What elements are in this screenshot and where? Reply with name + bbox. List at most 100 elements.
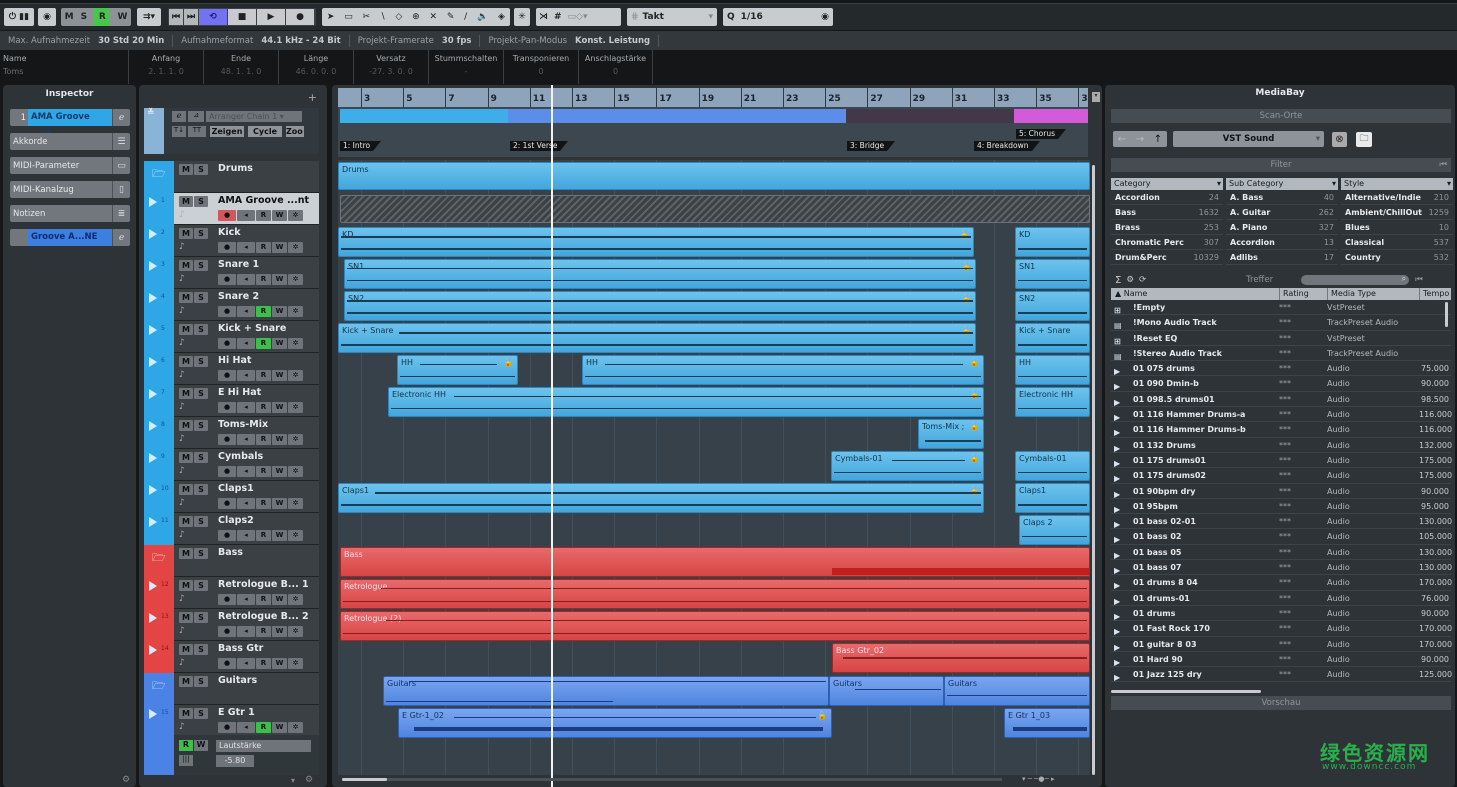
write-automation-button[interactable]: W <box>272 402 287 413</box>
inspector-track-header[interactable]: 1 AMA Groove ...nt ℯ <box>10 109 130 139</box>
mute-button[interactable]: M <box>179 420 193 431</box>
solo-button[interactable]: S <box>194 164 208 175</box>
audio-event[interactable]: SN2 🔒 <box>344 291 976 321</box>
arranger-mode-icon[interactable]: ⊿ <box>188 111 204 122</box>
track-name[interactable]: Kick <box>218 227 241 238</box>
location-dropdown[interactable]: VST Sound ▾ <box>1173 131 1324 147</box>
edit-channel-icon[interactable]: ✲ <box>288 370 303 381</box>
expand-arrow-icon[interactable] <box>149 613 157 623</box>
result-row[interactable]: ▶ 01 132 Drums *** Audio 132.000 <box>1111 438 1452 453</box>
result-row[interactable]: ▶ 01 bass 07 *** Audio 130.000 <box>1111 560 1452 576</box>
result-rating[interactable]: *** <box>1279 560 1327 574</box>
play-button[interactable]: ▶ <box>257 9 285 25</box>
automation-parameter-dropdown[interactable]: Lautstärke <box>216 740 311 752</box>
mute-button[interactable]: M <box>179 708 193 719</box>
expand-arrow-icon[interactable] <box>149 517 157 527</box>
read-automation-button[interactable]: R <box>256 722 271 733</box>
track-audio[interactable]: 7 ♪ ● ◂ R W ✲ M S E Hi Hat <box>144 385 319 417</box>
edit-channel-icon[interactable]: ✲ <box>288 434 303 445</box>
edit-channel-icon[interactable]: ✲ <box>288 242 303 253</box>
filter-item[interactable]: Alternative/Indie 210 <box>1341 190 1453 205</box>
solo-all-button[interactable]: S <box>81 12 87 22</box>
write-automation-button[interactable]: W <box>272 370 287 381</box>
info-offset[interactable]: Versatz -27. 3. 0. 0 <box>353 50 428 84</box>
track-audio[interactable]: 6 ♪ ● ◂ R W ✲ M S Hi Hat <box>144 353 319 385</box>
result-rating[interactable]: *** <box>1279 407 1327 421</box>
track-folder[interactable]: 🗁 M S Bass <box>144 545 319 577</box>
monitor-button[interactable]: ◂ <box>237 626 255 637</box>
write-automation-button[interactable]: W <box>272 274 287 285</box>
filter-column-header[interactable]: Style ▾ <box>1341 178 1453 190</box>
expand-arrow-icon[interactable] <box>149 197 157 207</box>
col-name[interactable]: ▲ Name <box>1111 288 1279 300</box>
solo-button[interactable]: S <box>194 580 208 591</box>
edit-channel-icon[interactable]: ✲ <box>288 722 303 733</box>
arranger-segment[interactable] <box>340 109 508 123</box>
info-name[interactable]: Name Toms <box>0 50 127 84</box>
record-enable-button[interactable]: ● <box>218 306 236 317</box>
mute-button[interactable]: M <box>179 548 193 559</box>
result-rating[interactable]: *** <box>1279 499 1327 513</box>
edit-channel-icon[interactable]: ✲ <box>288 466 303 477</box>
track-audio[interactable]: 10 ♪ ● ◂ R W ✲ M S Claps1 <box>144 481 319 513</box>
filter-item[interactable]: Country 532 <box>1341 250 1453 265</box>
zoom-slider[interactable]: ▾ ─ ─●─ ▸ <box>1022 775 1054 783</box>
read-automation-button[interactable]: R <box>256 530 271 541</box>
record-enable-button[interactable]: ● <box>218 658 236 669</box>
mute-all-button[interactable]: M <box>65 12 74 22</box>
chevron-down-icon[interactable]: ▾ <box>291 776 295 785</box>
read-automation-button[interactable]: R <box>256 338 271 349</box>
track-name[interactable]: E Hi Hat <box>218 387 261 398</box>
read-automation-button[interactable]: R <box>256 658 271 669</box>
track-audio[interactable]: 11 ♪ ● ◂ R W ✲ M S Claps2 <box>144 513 319 545</box>
record-enable-button[interactable]: ● <box>218 242 236 253</box>
mute-button[interactable]: M <box>179 516 193 527</box>
keyboard-icon[interactable]: ✲ <box>288 210 303 221</box>
track-name[interactable]: Bass Gtr <box>218 643 263 654</box>
results-scrollbar[interactable] <box>1111 690 1261 693</box>
result-row[interactable]: ▶ 01 116 Hammer Drums-a *** Audio 116.000 <box>1111 407 1452 423</box>
collapse-icon[interactable]: ⏮ <box>1415 275 1423 285</box>
audio-event[interactable]: Claps1 <box>1015 483 1090 513</box>
track-name[interactable]: Claps2 <box>218 515 254 526</box>
track-name[interactable]: Claps1 <box>218 483 254 494</box>
play-preview-icon[interactable]: ▶ <box>1114 670 1120 685</box>
solo-button[interactable]: S <box>194 548 208 559</box>
solo-button[interactable]: S <box>194 292 208 303</box>
audio-event[interactable]: Claps1 🔒 <box>338 483 984 513</box>
mute-button[interactable]: M <box>179 484 193 495</box>
write-automation-button[interactable]: W <box>272 594 287 605</box>
audio-event[interactable]: Kick + Snare 🔒 <box>338 323 976 353</box>
zoom-button[interactable]: Zoo <box>286 126 304 137</box>
monitor-button[interactable]: ◂ <box>237 274 255 285</box>
auto-scroll-button[interactable]: ✳ <box>514 8 530 26</box>
result-row[interactable]: ▤ !Mono Audio Track *** TrackPreset Audio <box>1111 315 1451 331</box>
record-enable-button[interactable]: ● <box>218 626 236 637</box>
show-button[interactable]: Zeigen <box>210 126 244 137</box>
result-rating[interactable]: *** <box>1279 315 1327 329</box>
track-name[interactable]: Drums <box>218 163 253 174</box>
solo-button[interactable]: S <box>194 452 208 463</box>
horizontal-scrollbar[interactable] <box>342 778 1002 781</box>
result-row[interactable]: ▶ 01 guitar 8 03 *** Audio 170.000 <box>1111 637 1452 652</box>
monitor-button[interactable]: ◂ <box>237 242 255 253</box>
edit-instrument-icon[interactable]: ℯ <box>112 229 130 246</box>
result-row[interactable]: ▶ 01 Fast Rock 170 *** Audio 170.000 <box>1111 621 1452 637</box>
monitor-button[interactable]: ◂ <box>237 498 255 509</box>
mute-button[interactable]: M <box>179 164 193 175</box>
color-tool-icon[interactable]: ◈ <box>498 12 505 22</box>
read-automation-button[interactable]: R <box>256 466 271 477</box>
track-audio[interactable]: 2 ♪ ● ◂ R W ✲ M S Kick <box>144 225 319 257</box>
record-enable-button[interactable]: ● <box>218 402 236 413</box>
track-name[interactable]: Cymbals <box>218 451 263 462</box>
inspector-instrument[interactable]: Groove A...NE ℯ <box>10 229 130 246</box>
filter-item[interactable]: A. Piano 327 <box>1226 220 1338 235</box>
result-row[interactable]: ▶ 01 075 drums *** Audio 75.000 <box>1111 361 1451 377</box>
read-automation-button[interactable]: R <box>256 498 271 509</box>
quantize-dropdown[interactable]: Q 1/16 ◉ <box>723 8 833 26</box>
ruler-menu-icon[interactable]: ▾ <box>1092 92 1100 102</box>
expand-arrow-icon[interactable] <box>149 293 157 303</box>
track-audio[interactable]: 3 ♪ ● ◂ R W ✲ M S Snare 1 <box>144 257 319 289</box>
info-length[interactable]: Länge 46. 0. 0. 0 <box>278 50 353 84</box>
gear-icon[interactable]: ⚙ <box>122 775 130 785</box>
